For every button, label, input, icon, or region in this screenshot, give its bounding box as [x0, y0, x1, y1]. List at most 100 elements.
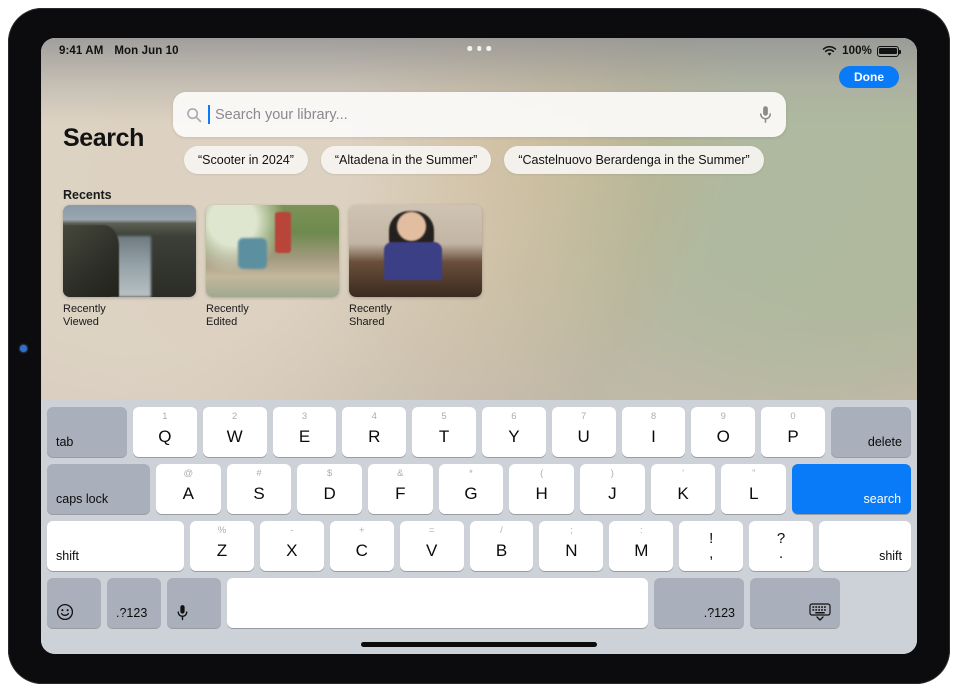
key-hint: 3 [301, 411, 308, 422]
key-label: E [298, 426, 311, 446]
key-k[interactable]: ’ K [650, 464, 716, 514]
key-a[interactable]: @ A [156, 464, 221, 514]
suggestion-chip[interactable]: “Altadena in the Summer” [320, 146, 492, 174]
status-bar-date: Mon Jun 10 [114, 45, 179, 57]
status-bar-right: 100% [822, 45, 902, 57]
key-label: K [677, 483, 689, 503]
key-r[interactable]: 4R [342, 407, 407, 457]
key-label: T [438, 426, 450, 446]
key-j[interactable]: ) J [580, 464, 645, 514]
key-hint: 8 [650, 411, 657, 422]
recents-card-label: Recently Shared [349, 303, 392, 328]
key-h[interactable]: (H [509, 464, 575, 514]
key-label: L [748, 483, 759, 503]
key-shift-left[interactable]: shift [47, 521, 184, 571]
key-label: S [253, 483, 265, 503]
key-label: U [577, 426, 590, 446]
wifi-icon [822, 45, 837, 56]
key-u[interactable]: 7U [551, 407, 616, 457]
key-label: H [535, 483, 548, 503]
ipad-screen: 9:41 AM Mon Jun 10 100% Done Search Sear… [41, 38, 917, 654]
key-c[interactable]: + C [329, 521, 394, 571]
key-t[interactable]: 5T [412, 407, 476, 457]
key-hint: 1 [162, 411, 168, 422]
key-delete[interactable]: delete [830, 407, 911, 457]
key-label-top: ? [776, 529, 786, 547]
key-emoji[interactable] [47, 578, 101, 628]
key-o[interactable]: 9O [691, 407, 756, 457]
suggestion-chip[interactable]: “Scooter in 2024” [184, 146, 308, 174]
multitasking-control-icon[interactable] [467, 46, 491, 51]
key-hint: 9 [720, 411, 726, 422]
key-label: Y [508, 426, 520, 446]
key-q[interactable]: 1Q [133, 407, 197, 457]
key-x[interactable]: -X [259, 521, 324, 571]
key-m[interactable]: :M [609, 521, 674, 571]
key-search[interactable]: search [792, 464, 912, 514]
search-placeholder: Search your library... [215, 106, 348, 123]
recents-card-recently-shared[interactable]: Recently Shared [349, 205, 482, 329]
key-label: B [495, 540, 508, 560]
key-e[interactable]: 3E [272, 407, 337, 457]
key-hint: & [397, 468, 404, 479]
key-tab[interactable]: tab [47, 407, 127, 457]
key-label: I [651, 426, 656, 446]
home-indicator[interactable] [361, 642, 597, 647]
key-question-period[interactable]: ? . [749, 521, 814, 571]
key-label: J [608, 483, 617, 503]
search-input[interactable]: Search your library... [173, 92, 786, 137]
key-d[interactable]: $ D [297, 464, 363, 514]
key-shift-right[interactable]: shift [819, 521, 912, 571]
key-label: V [425, 540, 438, 560]
recents-card-recently-edited[interactable]: Recently Edited [206, 205, 339, 329]
key-space[interactable] [227, 578, 648, 628]
key-label: P [787, 426, 799, 446]
key-n[interactable]: ; N [539, 521, 604, 571]
key-f[interactable]: & F [368, 464, 433, 514]
key-l[interactable]: ” L [721, 464, 787, 514]
key-p[interactable]: 0P [761, 407, 825, 457]
key-i[interactable]: 8I [621, 407, 686, 457]
key-hint: ( [540, 468, 544, 479]
key-b[interactable]: / B [469, 521, 534, 571]
key-numbers-right[interactable]: .?123 [654, 578, 744, 628]
multitask-dot [476, 46, 482, 51]
key-hint: ; [570, 525, 573, 536]
key-hint: + [358, 525, 365, 536]
status-bar-left: 9:41 AM Mon Jun 10 [59, 45, 179, 57]
ipad-device-frame: 9:41 AM Mon Jun 10 100% Done Search Sear… [8, 8, 950, 684]
done-button[interactable]: Done [839, 66, 899, 88]
key-label: W [226, 426, 243, 446]
key-label-bottom: . [778, 544, 784, 562]
key-hint: 6 [511, 411, 517, 422]
key-g[interactable]: * G [438, 464, 504, 514]
key-dictation[interactable] [167, 578, 221, 628]
battery-full-icon [877, 45, 902, 57]
suggestion-chip[interactable]: “Castelnuovo Berardenga in the Summer” [504, 146, 764, 174]
chess-player-photo [349, 205, 482, 297]
key-v[interactable]: = V [399, 521, 464, 571]
key-dismiss-keyboard[interactable] [750, 578, 840, 628]
keyboard-row-1: tab 1Q 2W 3E 4R 5T 6Y 7U 8I 9O 0P delete [47, 407, 911, 457]
keyboard-row-4: .?123 .?123 [47, 578, 911, 628]
key-label: D [323, 483, 336, 503]
key-exclamation-comma[interactable]: ! , [679, 521, 744, 571]
key-s[interactable]: # S [226, 464, 292, 514]
key-hint: - [290, 525, 294, 536]
microphone-icon[interactable] [758, 105, 773, 124]
key-y[interactable]: 6Y [481, 407, 546, 457]
recents-card-label: Recently Edited [206, 303, 249, 328]
recents-card-label: Recently Viewed [63, 303, 106, 328]
key-caps-lock[interactable]: caps lock [47, 464, 150, 514]
key-numbers-left[interactable]: .?123 [107, 578, 161, 628]
keyboard-row-3: shift % Z -X + C = V / B ; N :M ! , ? . shift [47, 521, 912, 571]
multitask-dot [467, 46, 472, 51]
key-label: A [182, 483, 194, 503]
key-w[interactable]: 2W [202, 407, 267, 457]
key-z[interactable]: % Z [190, 521, 254, 571]
on-screen-keyboard: tab 1Q 2W 3E 4R 5T 6Y 7U 8I 9O 0P delete… [41, 400, 917, 654]
key-hint: % [217, 525, 227, 536]
page-title: Search [63, 124, 144, 152]
recents-card-recently-viewed[interactable]: Recently Viewed [63, 205, 196, 329]
coastal-cliffs-photo [63, 205, 196, 297]
